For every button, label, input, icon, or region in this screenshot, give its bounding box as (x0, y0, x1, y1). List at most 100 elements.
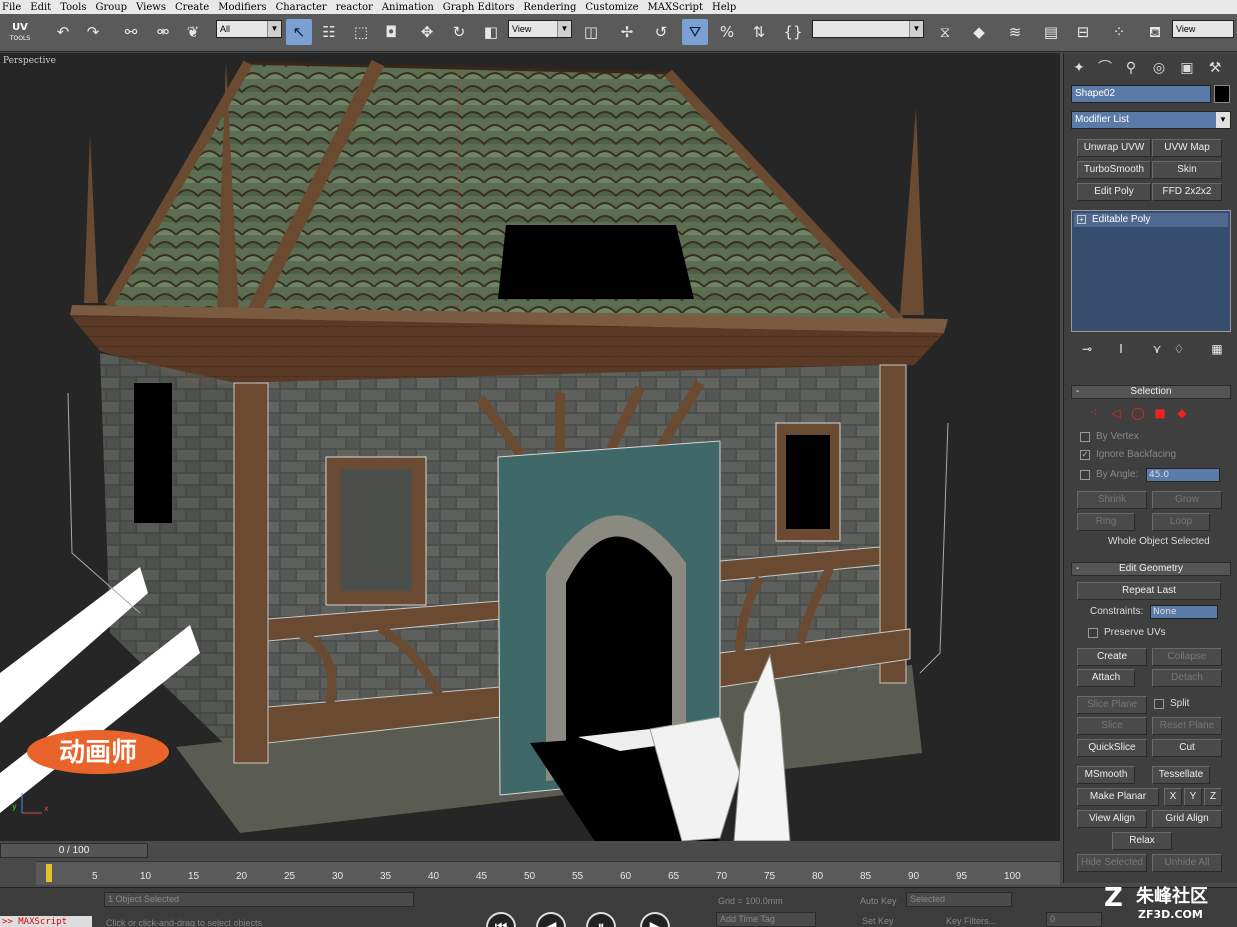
menu-edit[interactable]: Edit (30, 2, 51, 13)
unhide-all-button[interactable]: Unhide All (1152, 854, 1222, 872)
polygon-level-icon[interactable]: ■ (1152, 405, 1168, 421)
menu-rendering[interactable]: Rendering (523, 2, 576, 13)
menu-tools[interactable]: Tools (60, 2, 86, 13)
hierarchy-tab-icon[interactable]: ⚲ (1120, 57, 1142, 79)
reference-coord-dropdown[interactable]: View ▼ (508, 20, 572, 38)
uvw-map-button[interactable]: UVW Map (1152, 139, 1222, 157)
element-level-icon[interactable]: ◆ (1174, 405, 1190, 421)
msmooth-button[interactable]: MSmooth (1077, 766, 1135, 784)
expand-icon[interactable]: + (1077, 215, 1086, 224)
named-selection-dropdown[interactable]: ▼ (812, 20, 924, 38)
edit-geometry-rollout-header[interactable]: - Edit Geometry (1071, 562, 1231, 576)
perspective-viewport[interactable]: x y Perspective 动画师 (0, 53, 1060, 841)
select-scale-icon[interactable]: ◧ (478, 19, 504, 45)
grid-align-button[interactable]: Grid Align (1152, 810, 1222, 828)
object-name-field[interactable]: Shape02 (1071, 85, 1211, 103)
set-key-label[interactable]: Set Key (862, 916, 894, 926)
split-checkbox[interactable] (1154, 699, 1164, 709)
loop-button[interactable]: Loop (1152, 513, 1210, 531)
menu-animation[interactable]: Animation (382, 2, 434, 13)
planar-z-button[interactable]: Z (1204, 788, 1222, 806)
viewport-label[interactable]: Perspective (3, 56, 56, 66)
ignore-backfacing-checkbox[interactable]: ✓ (1080, 450, 1090, 460)
selected-dropdown[interactable]: Selected (906, 892, 1012, 907)
reset-plane-button[interactable]: Reset Plane (1152, 717, 1222, 735)
quickslice-button[interactable]: QuickSlice (1077, 739, 1147, 757)
tessellate-button[interactable]: Tessellate (1152, 766, 1210, 784)
select-link-icon[interactable]: ⚯ (118, 19, 144, 45)
current-frame-field[interactable]: 0 (1046, 912, 1102, 927)
by-vertex-checkbox[interactable] (1080, 432, 1090, 442)
house-3d-model[interactable]: x y (0, 53, 1060, 841)
remove-modifier-icon[interactable]: ♢ (1169, 340, 1189, 358)
grow-button[interactable]: Grow (1152, 491, 1222, 509)
shrink-button[interactable]: Shrink (1077, 491, 1147, 509)
preserve-uvs-checkbox[interactable] (1088, 628, 1098, 638)
menu-modifiers[interactable]: Modifiers (218, 2, 266, 13)
menu-group[interactable]: Group (95, 2, 127, 13)
hide-selected-button[interactable]: Hide Selected (1077, 854, 1147, 872)
menu-character[interactable]: Character (276, 2, 327, 13)
select-object-icon[interactable]: ↖ (286, 19, 312, 45)
turbosmooth-button[interactable]: TurboSmooth (1077, 161, 1151, 179)
time-slider[interactable]: 0 / 100 (0, 843, 148, 858)
stack-item-editable-poly[interactable]: + Editable Poly (1074, 213, 1228, 227)
border-level-icon[interactable]: ◯ (1130, 405, 1146, 421)
ffd-button[interactable]: FFD 2x2x2 (1152, 183, 1222, 201)
cut-button[interactable]: Cut (1152, 739, 1222, 757)
menu-maxscript[interactable]: MAXScript (648, 2, 703, 13)
unwrap-uvw-button[interactable]: Unwrap UVW (1077, 139, 1151, 157)
planar-y-button[interactable]: Y (1184, 788, 1202, 806)
maxscript-listener[interactable]: >> MAXScript (0, 916, 92, 927)
utilities-tab-icon[interactable]: ⚒ (1204, 57, 1226, 79)
manipulate-icon[interactable]: ✢ (614, 19, 640, 45)
current-frame-marker[interactable] (46, 864, 52, 882)
create-button[interactable]: Create (1077, 648, 1147, 666)
menu-file[interactable]: File (2, 2, 21, 13)
show-end-result-icon[interactable]: Ι (1111, 340, 1131, 358)
by-angle-checkbox[interactable] (1080, 470, 1090, 480)
bind-space-warp-icon[interactable]: ❦ (180, 19, 206, 45)
angle-snap-icon[interactable]: ⛛ (682, 19, 708, 45)
planar-x-button[interactable]: X (1164, 788, 1182, 806)
select-move-icon[interactable]: ✥ (414, 19, 440, 45)
collapse-button[interactable]: Collapse (1152, 648, 1222, 666)
by-angle-spinner[interactable]: 45.0 (1146, 468, 1220, 482)
window-crossing-icon[interactable]: ◘ (378, 19, 404, 45)
auto-key-label[interactable]: Auto Key (860, 896, 897, 906)
snaps-toggle-icon[interactable]: ↺ (648, 19, 674, 45)
slice-plane-button[interactable]: Slice Plane (1077, 696, 1147, 714)
make-planar-button[interactable]: Make Planar (1077, 788, 1159, 806)
skin-button[interactable]: Skin (1152, 161, 1222, 179)
undo-icon[interactable]: ↶ (50, 19, 76, 45)
menu-customize[interactable]: Customize (585, 2, 638, 13)
schematic-view-icon[interactable]: ⊟ (1070, 19, 1096, 45)
relax-button[interactable]: Relax (1112, 832, 1172, 850)
attach-button[interactable]: Attach (1077, 669, 1135, 687)
curve-editor-icon[interactable]: ▤ (1038, 19, 1064, 45)
configure-sets-icon[interactable]: ▦ (1207, 340, 1227, 358)
modify-tab-icon[interactable]: ⌒ (1094, 57, 1116, 79)
repeat-last-button[interactable]: Repeat Last (1077, 582, 1221, 600)
motion-tab-icon[interactable]: ◎ (1148, 57, 1170, 79)
create-tab-icon[interactable]: ✦ (1068, 57, 1090, 79)
make-unique-icon[interactable]: ⋎ (1147, 340, 1167, 358)
menu-graph-editors[interactable]: Graph Editors (443, 2, 515, 13)
pin-stack-icon[interactable]: ⊸ (1077, 340, 1097, 358)
align-icon[interactable]: ◆ (966, 19, 992, 45)
menu-create[interactable]: Create (175, 2, 209, 13)
add-time-tag-field[interactable]: Add Time Tag (716, 912, 816, 927)
redo-icon[interactable]: ↷ (80, 19, 106, 45)
spinner-snap-icon[interactable]: ⇅ (746, 19, 772, 45)
vertex-level-icon[interactable]: ⁖ (1086, 405, 1102, 421)
object-color-swatch[interactable] (1214, 85, 1230, 103)
slice-button[interactable]: Slice (1077, 717, 1147, 735)
modifier-list-dropdown[interactable]: Modifier List ▼ (1071, 111, 1231, 129)
selection-filter-dropdown[interactable]: All ▼ (216, 20, 282, 38)
select-rotate-icon[interactable]: ↻ (446, 19, 472, 45)
detach-button[interactable]: Detach (1152, 669, 1222, 687)
render-setup-icon[interactable]: ⛾ (1142, 19, 1168, 45)
edge-level-icon[interactable]: ◁ (1108, 405, 1124, 421)
view-align-button[interactable]: View Align (1077, 810, 1147, 828)
uv-tools-logo[interactable]: UV TOOLS (4, 19, 36, 47)
